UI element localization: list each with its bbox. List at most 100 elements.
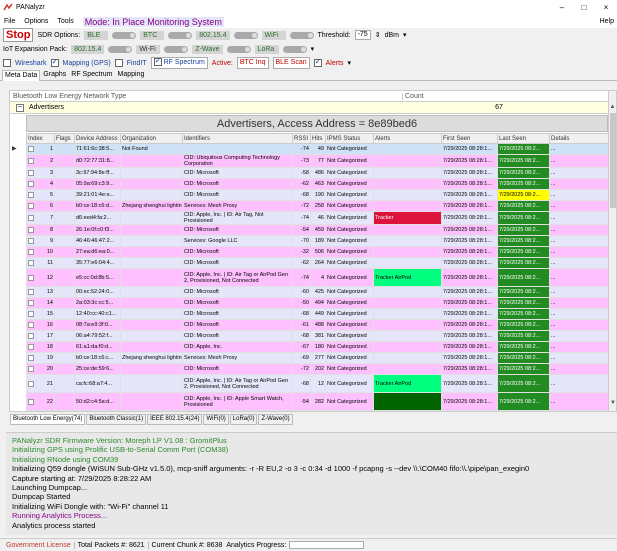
details-cell[interactable]: ... [549, 352, 609, 364]
table-row[interactable]: 21 ca:fc:68:a7:4... CID: Apple, Inc. | ID:… [26, 374, 609, 393]
menu-tools[interactable]: Tools [57, 18, 73, 25]
table-row[interactable]: 20 25:ce:de:59:6... CID: Microsoft -72 202 No… [26, 363, 609, 375]
details-cell[interactable]: ... [549, 167, 609, 179]
mapping-label[interactable]: Mapping (GPS) [63, 60, 111, 67]
row-expand-icon[interactable] [28, 366, 34, 372]
details-cell[interactable]: ... [549, 286, 609, 298]
column-header[interactable]: Hits [310, 133, 326, 144]
row-expand-icon[interactable] [28, 227, 34, 233]
lora-dropdown-icon[interactable]: ▾ [311, 45, 315, 53]
menu-options[interactable]: Options [24, 18, 48, 25]
table-row[interactable]: 3 3c:97:94:8e:ff... CID: Microsoft -58 486 No… [26, 167, 609, 179]
scroll-down-icon[interactable]: ▼ [609, 399, 616, 407]
column-header[interactable]: Identifiers [182, 133, 293, 144]
table-row[interactable]: 4 05:9a:69:c3:9... CID: Microsoft -62 463 Not… [26, 178, 609, 190]
iot-wifi-combo[interactable]: Wi-Fi [136, 44, 161, 54]
close-button[interactable]: × [595, 3, 617, 12]
table-row[interactable]: 5 39:21:01:4e:e... CID: Microsoft -68 190 Not… [26, 189, 609, 201]
lora-combo[interactable]: LoRa [254, 44, 279, 54]
row-expand-icon[interactable] [28, 181, 34, 187]
row-expand-icon[interactable] [28, 260, 34, 266]
row-expand-icon[interactable] [28, 215, 34, 221]
row-expand-icon[interactable] [28, 289, 34, 295]
table-row[interactable]: 11 35:77:e6:04:4... CID: Microsoft -62 264 No… [26, 257, 609, 269]
table-row[interactable]: 17 06:a4:79:52:f... CID: Microsoft -68 381 No… [26, 330, 609, 342]
row-expand-icon[interactable] [28, 355, 34, 361]
details-cell[interactable]: ... [549, 211, 609, 225]
table-row[interactable]: 16 08:7a:e9:3f:0... CID: Microsoft -61 488 No… [26, 319, 609, 331]
details-cell[interactable]: ... [549, 257, 609, 269]
details-cell[interactable]: ... [549, 224, 609, 236]
table-row[interactable]: 15 12:40:cc:40:c1... CID: Microsoft -68 449 N… [26, 308, 609, 320]
table-row[interactable]: 2 d0:72:77:31:8... CID: Ubiquitous Computi… [26, 154, 609, 168]
table-row[interactable]: 10 27:ea:d6:ea:0... CID: Microsoft -32 506 No… [26, 246, 609, 258]
table-row[interactable]: 8 26:1e:0f:c0:f3... CID: Microsoft -54 459 No… [26, 224, 609, 236]
details-cell[interactable]: ... [549, 308, 609, 320]
stop-button[interactable]: Stop [3, 28, 34, 42]
details-cell[interactable]: ... [549, 330, 609, 342]
details-cell[interactable]: ... [549, 392, 609, 411]
row-expand-icon[interactable] [28, 158, 34, 164]
table-row[interactable]: 22 50:d2:c4:5a:d... CID: Apple, Inc. | ID:… [26, 392, 609, 411]
lora-toggle[interactable] [282, 45, 307, 53]
row-expand-icon[interactable] [28, 344, 34, 350]
scroll-up-icon[interactable]: ▲ [609, 103, 616, 111]
row-expand-icon[interactable] [28, 300, 34, 306]
details-cell[interactable]: ... [549, 143, 609, 155]
details-cell[interactable]: ... [549, 154, 609, 168]
tab-graphs[interactable]: Graphs [41, 70, 68, 80]
table-row[interactable]: 14 2a:03:3c:cc:5... CID: Microsoft -50 494 No… [26, 297, 609, 309]
row-expand-icon[interactable] [28, 146, 34, 152]
table-row[interactable]: 12 e5:cc:0d:8b:5... CID: Apple, Inc. | ID:… [26, 268, 609, 287]
wireshark-label[interactable]: Wireshark [15, 60, 47, 67]
scroll-thumb[interactable] [610, 113, 616, 208]
wifi-combo[interactable]: WiFi [261, 30, 286, 40]
findit-label[interactable]: FindIT [127, 60, 147, 67]
tab-ieee[interactable]: IEEE 802.15.4(24) [147, 414, 203, 425]
table-row[interactable]: 13 00:ec:52:24:0... CID: Microsoft -60 425 No… [26, 286, 609, 298]
ble-scan-button[interactable]: BLE Scan [272, 57, 310, 69]
table-row[interactable]: 23 f8:39:a3:c5:e... CID: Apple, Inc. | ID:… [26, 410, 609, 411]
vertical-scrollbar[interactable]: ▲ ▼ [608, 91, 616, 411]
details-cell[interactable]: ... [549, 363, 609, 375]
table-row[interactable]: 6 b0:ce:18:c6:d... Zhejang shenghui lighti… [26, 200, 609, 212]
column-header[interactable]: Last Seen [497, 133, 550, 144]
details-cell[interactable]: ... [549, 178, 609, 190]
mapping-checkbox[interactable] [50, 57, 59, 67]
iot-wifi-toggle[interactable] [164, 45, 189, 53]
details-cell[interactable]: ... [549, 341, 609, 353]
zwave-combo[interactable]: Z-Wave [192, 44, 223, 54]
row-expand-icon[interactable] [28, 398, 34, 405]
details-cell[interactable]: ... [549, 319, 609, 331]
row-expand-icon[interactable] [28, 192, 34, 198]
column-header[interactable]: First Seen [441, 133, 498, 144]
zwave-toggle[interactable] [226, 45, 251, 53]
tab-zwave[interactable]: Z-Wave(0) [258, 414, 293, 425]
row-expand-icon[interactable] [28, 170, 34, 176]
iot-ieee-toggle[interactable] [108, 45, 133, 53]
table-row[interactable]: 1 71:61:6c:38:5... Not Found -74 49 Not Categ… [26, 143, 609, 155]
collapse-icon[interactable]: − [16, 103, 24, 112]
tab-ble[interactable]: Bluetooth Low Energy(74) [10, 414, 86, 425]
alerts-dropdown-icon[interactable]: ▾ [348, 59, 352, 67]
table-row[interactable]: 7 d6:eed4:fa:2... CID: Apple, Inc. | ID: A… [26, 211, 609, 225]
alerts-checkbox[interactable] [313, 57, 322, 67]
row-expand-icon[interactable] [28, 238, 34, 244]
row-expand-icon[interactable] [28, 203, 34, 209]
menu-help[interactable]: Help [600, 18, 614, 25]
table-row[interactable]: 19 b0:ce:18:c6:c... Zhejang shenghui light… [26, 352, 609, 364]
tab-mapping[interactable]: Mapping [116, 70, 147, 80]
threshold-spinner-icon[interactable]: ⇕ [375, 31, 381, 39]
btc-toggle[interactable] [168, 31, 193, 39]
column-header[interactable]: Alerts [373, 133, 442, 144]
findit-checkbox[interactable] [114, 59, 123, 67]
details-cell[interactable]: ... [549, 246, 609, 258]
details-cell[interactable]: ... [549, 297, 609, 309]
iot-ieee-combo[interactable]: 802.15.4 [71, 44, 105, 54]
wifi-toggle[interactable] [289, 31, 314, 39]
column-header[interactable]: Index [26, 133, 55, 144]
tab-lora[interactable]: LoRa(0) [229, 414, 258, 425]
tab-rf-spectrum[interactable]: RF Spectrum [69, 70, 114, 80]
table-row[interactable]: 9 46:46:46:47:2... Services: Google LLC -70… [26, 235, 609, 247]
row-expand-icon[interactable] [28, 333, 34, 339]
